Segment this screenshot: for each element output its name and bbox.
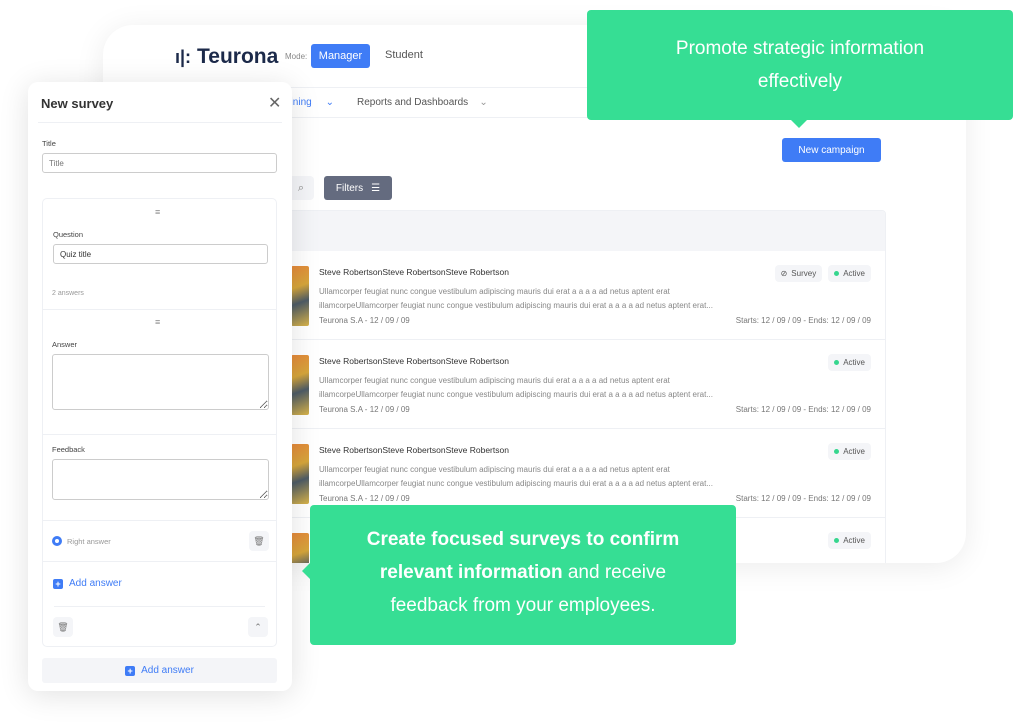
delete-question-button[interactable]: 🗑 — [53, 617, 73, 637]
logo: ı|: Teurona — [175, 45, 279, 68]
mode-label: Mode: — [285, 52, 308, 61]
plus-icon: + — [125, 665, 136, 676]
divider — [38, 122, 282, 123]
feedback-textarea[interactable] — [52, 459, 269, 500]
panel-title: New survey — [41, 96, 114, 111]
drag-handle-icon[interactable]: ≡ — [155, 207, 160, 217]
trash-icon: 🗑 — [253, 535, 265, 546]
add-answer-bottom-button[interactable]: + Add answer — [42, 658, 277, 683]
mode-manager-button[interactable]: Manager — [311, 44, 370, 68]
callout-top: Promote strategic information effectivel… — [587, 10, 1013, 128]
table-row[interactable]: Steve RobertsonSteve RobertsonSteve Robe… — [284, 340, 885, 429]
chevron-down-icon: ⌄ — [325, 97, 334, 108]
title-input[interactable] — [42, 153, 277, 173]
add-answer-button[interactable]: + Add answer — [53, 578, 122, 589]
new-survey-panel: New survey ✕ Title ≡ Question Quiz title… — [28, 82, 292, 691]
collapse-button[interactable]: ⌃ — [248, 617, 268, 637]
nav-item-reports[interactable]: Reports and Dashboards ⌄ — [357, 97, 488, 108]
question-input[interactable]: Quiz title — [53, 244, 268, 264]
logo-icon: ı|: — [175, 46, 192, 67]
drag-handle-icon[interactable]: ≡ — [155, 317, 160, 327]
status-badge: Active — [828, 443, 871, 460]
status-badge: Active — [828, 532, 871, 549]
check-circle-icon: ⊘ — [780, 269, 788, 278]
chevron-up-icon: ⌃ — [254, 621, 262, 632]
plus-icon: + — [53, 578, 63, 589]
question-card: ≡ Question Quiz title 2 answers ≡ Answer… — [42, 198, 277, 647]
thumbnail — [291, 444, 309, 504]
new-campaign-button[interactable]: New campaign — [782, 138, 881, 162]
search-icon: ⌕ — [297, 181, 305, 194]
mode-student-button[interactable]: Student — [385, 49, 423, 61]
answer-textarea[interactable] — [52, 354, 269, 410]
thumbnail — [291, 533, 309, 563]
nav-item-training[interactable]: aining ⌄ — [285, 97, 334, 108]
close-icon[interactable]: ✕ — [268, 93, 281, 113]
delete-answer-button[interactable]: 🗑 — [249, 531, 269, 551]
filters-button[interactable]: Filters ☰ — [324, 176, 392, 200]
list-header — [284, 211, 885, 251]
thumbnail — [291, 355, 309, 415]
trash-icon: 🗑 — [57, 621, 69, 632]
right-answer-radio[interactable]: Right answer — [52, 536, 111, 546]
callout-bottom: Create focused surveys to confirm releva… — [302, 505, 736, 645]
table-row[interactable]: Steve RobertsonSteve RobertsonSteve Robe… — [284, 251, 885, 340]
type-badge: ⊘ Survey — [774, 265, 823, 282]
status-badge: Active — [828, 265, 871, 282]
thumbnail — [291, 266, 309, 326]
status-badge: Active — [828, 354, 871, 371]
filter-icon: ☰ — [371, 182, 381, 194]
chevron-down-icon: ⌄ — [479, 97, 488, 108]
